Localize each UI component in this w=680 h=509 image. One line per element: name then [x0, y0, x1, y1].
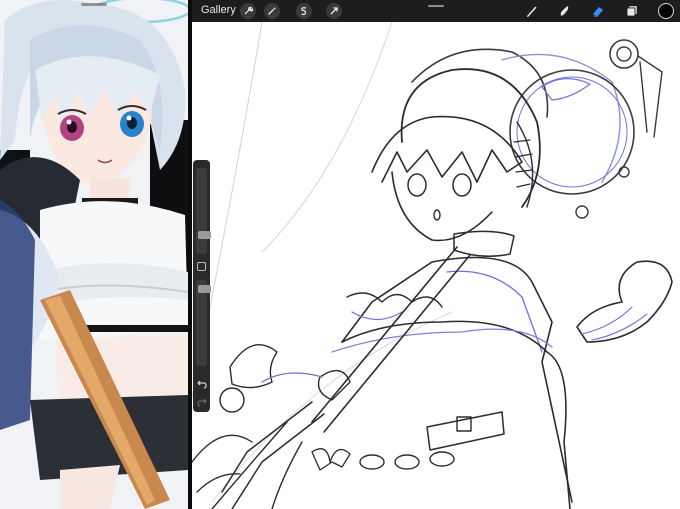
opacity-knob[interactable]	[198, 285, 211, 293]
toolbar-drag-handle[interactable]	[428, 5, 444, 7]
opacity-slider[interactable]	[196, 280, 211, 366]
selection-icon[interactable]	[296, 3, 312, 19]
panel-drag-handle[interactable]	[81, 3, 107, 6]
transform-arrow-icon[interactable]	[326, 3, 342, 19]
modify-button[interactable]	[197, 262, 206, 271]
drawing-canvas[interactable]	[192, 22, 680, 509]
redo-icon[interactable]	[196, 396, 207, 407]
top-toolbar: Gallery	[192, 0, 680, 22]
undo-icon[interactable]	[196, 378, 207, 389]
reference-image-panel[interactable]	[0, 0, 188, 509]
color-picker-button[interactable]	[658, 3, 674, 19]
layers-icon[interactable]	[624, 3, 640, 19]
brush-icon[interactable]	[524, 3, 540, 19]
magic-wand-icon[interactable]	[264, 3, 280, 19]
line-art-sketch	[192, 22, 673, 509]
gallery-button[interactable]: Gallery	[201, 4, 236, 16]
brush-size-slider[interactable]	[196, 168, 211, 254]
brush-size-knob[interactable]	[198, 231, 211, 239]
wrench-icon[interactable]	[240, 3, 256, 19]
eraser-icon[interactable]	[590, 3, 606, 19]
smudge-icon[interactable]	[556, 3, 572, 19]
side-toolbar	[193, 160, 211, 412]
reference-artwork	[0, 0, 188, 509]
